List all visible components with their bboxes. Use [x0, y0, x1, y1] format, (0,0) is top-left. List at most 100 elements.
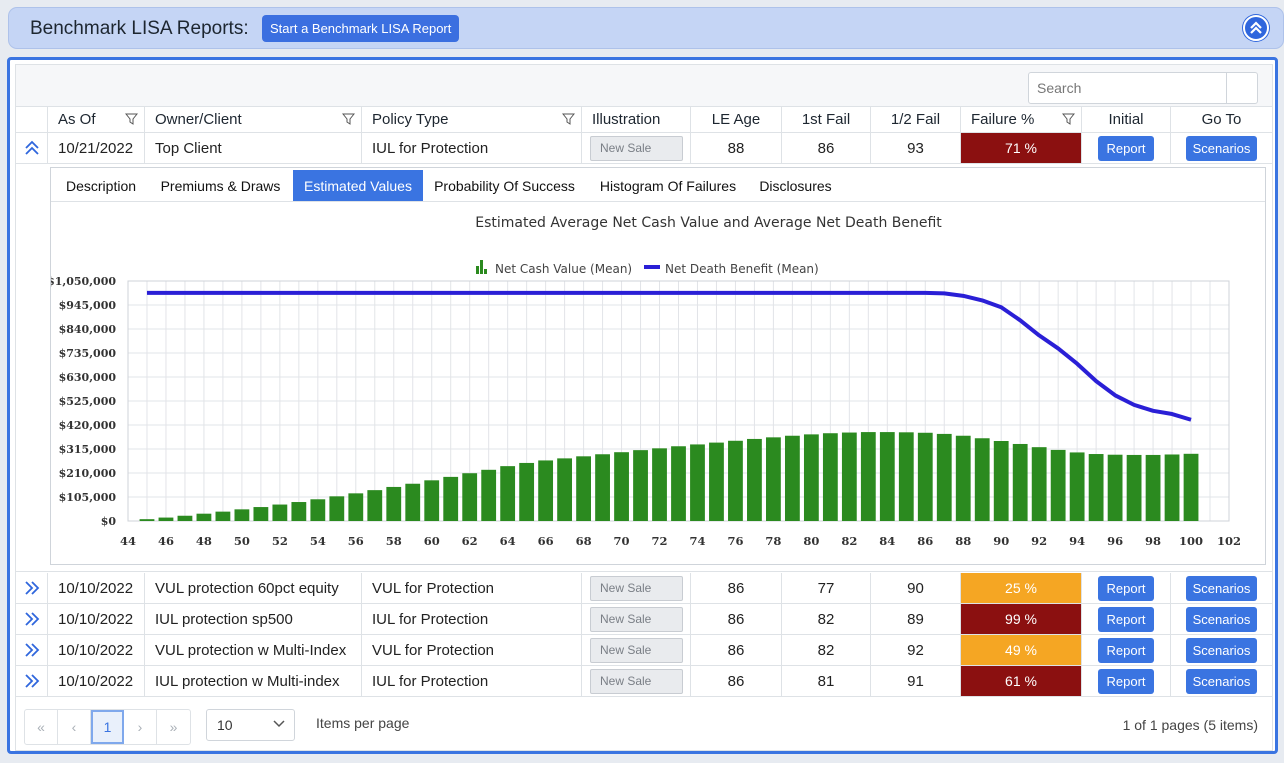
column-header-as-of[interactable]: As Of: [47, 107, 144, 132]
cash-value-bar[interactable]: [841, 432, 857, 521]
cash-value-bar[interactable]: [348, 493, 364, 521]
collapse-icon[interactable]: [1243, 15, 1269, 41]
page-size-select[interactable]: 10: [206, 709, 295, 741]
column-header-go-to[interactable]: Go To: [1170, 107, 1272, 132]
cash-value-bar[interactable]: [139, 519, 155, 521]
cash-value-bar[interactable]: [690, 444, 705, 521]
cash-value-bar[interactable]: [158, 517, 174, 521]
filter-icon[interactable]: [342, 113, 355, 125]
cash-value-bar[interactable]: [1088, 454, 1104, 521]
cash-value-bar[interactable]: [1050, 449, 1066, 521]
filter-icon[interactable]: [1062, 113, 1075, 125]
expand-toggle[interactable]: [16, 573, 47, 603]
cash-value-bar[interactable]: [879, 432, 895, 521]
first-page-button[interactable]: «: [25, 710, 58, 744]
cash-value-bar[interactable]: [784, 435, 800, 521]
report-button[interactable]: Report: [1098, 606, 1154, 632]
expand-toggle[interactable]: [16, 666, 47, 696]
column-header-le-age[interactable]: LE Age: [690, 107, 781, 132]
cash-value-bar[interactable]: [974, 438, 990, 521]
cash-value-bar[interactable]: [557, 458, 573, 521]
report-button[interactable]: Report: [1098, 135, 1154, 161]
cash-value-bar[interactable]: [519, 462, 535, 521]
cash-value-bar[interactable]: [709, 442, 724, 521]
expand-toggle[interactable]: [16, 604, 47, 634]
expand-toggle[interactable]: [16, 133, 47, 163]
column-header-owner-client[interactable]: Owner/Client: [144, 107, 361, 132]
column-header-initial[interactable]: Initial: [1081, 107, 1170, 132]
column-header-illustration[interactable]: Illustration: [581, 107, 690, 132]
cash-value-bar[interactable]: [386, 486, 402, 521]
search-input[interactable]: [1029, 73, 1227, 103]
cash-value-bar[interactable]: [633, 450, 648, 521]
report-button[interactable]: Report: [1098, 668, 1154, 694]
table-row[interactable]: 10/10/2022 IUL protection w Multi-index IU…: [16, 666, 1272, 697]
scenarios-button[interactable]: Scenarios: [1185, 637, 1258, 663]
cash-value-bar[interactable]: [822, 433, 838, 521]
start-report-button[interactable]: Start a Benchmark LISA Report: [262, 15, 460, 42]
cash-value-bar[interactable]: [1164, 454, 1180, 521]
cash-value-bar[interactable]: [443, 476, 459, 521]
next-page-button[interactable]: ›: [124, 710, 157, 744]
report-button[interactable]: Report: [1098, 575, 1154, 601]
chevron-double-right-icon[interactable]: [22, 578, 42, 598]
chevron-double-right-icon[interactable]: [22, 640, 42, 660]
cash-value-bar[interactable]: [936, 433, 952, 521]
cash-value-bar[interactable]: [481, 469, 497, 521]
tab-probability-of-success[interactable]: Probability Of Success: [428, 170, 581, 201]
chevron-double-up-icon[interactable]: [22, 138, 42, 158]
table-row[interactable]: 10/10/2022 IUL protection sp500 IUL for Pr…: [16, 604, 1272, 635]
column-header-half-fail[interactable]: 1/2 Fail: [870, 107, 960, 132]
cash-value-bar[interactable]: [329, 496, 345, 521]
last-page-button[interactable]: »: [157, 710, 190, 744]
table-row[interactable]: 10/10/2022 VUL protection 60pct equity VUL…: [16, 573, 1272, 604]
cash-value-bar[interactable]: [310, 499, 326, 521]
cash-value-bar[interactable]: [253, 507, 269, 521]
cash-value-bar[interactable]: [614, 452, 629, 521]
legend-item-cash[interactable]: Net Cash Value (Mean): [476, 260, 632, 276]
cash-value-bar[interactable]: [747, 438, 762, 521]
cash-value-bar[interactable]: [272, 504, 288, 521]
cash-value-bar[interactable]: [803, 434, 819, 521]
cash-value-bar[interactable]: [652, 448, 667, 521]
cash-value-bar[interactable]: [1145, 454, 1161, 521]
cash-value-bar[interactable]: [1183, 453, 1199, 521]
cash-value-bar[interactable]: [728, 440, 743, 521]
cash-value-bar[interactable]: [196, 513, 212, 521]
column-header-failure-pct[interactable]: Failure %: [960, 107, 1081, 132]
cash-value-bar[interactable]: [500, 466, 516, 521]
cash-value-bar[interactable]: [576, 456, 591, 521]
scenarios-button[interactable]: Scenarios: [1185, 575, 1258, 601]
cash-value-bar[interactable]: [405, 483, 421, 521]
table-row[interactable]: 10/21/2022 Top Client IUL for Protection Ne…: [16, 133, 1272, 164]
expand-toggle[interactable]: [16, 635, 47, 665]
scenarios-button[interactable]: Scenarios: [1185, 668, 1258, 694]
tab-disclosures[interactable]: Disclosures: [755, 170, 836, 201]
filter-icon[interactable]: [562, 113, 575, 125]
cash-value-bar[interactable]: [595, 454, 610, 521]
page-1-button[interactable]: 1: [91, 710, 124, 744]
cash-value-bar[interactable]: [993, 441, 1009, 521]
cash-value-bar[interactable]: [860, 432, 876, 521]
tab-histogram-of-failures[interactable]: Histogram Of Failures: [593, 170, 743, 201]
cash-value-bar[interactable]: [1126, 454, 1142, 521]
cash-value-bar[interactable]: [291, 502, 307, 521]
cash-value-bar[interactable]: [1069, 452, 1085, 521]
cash-value-bar[interactable]: [367, 490, 383, 521]
scenarios-button[interactable]: Scenarios: [1185, 135, 1258, 161]
cash-value-bar[interactable]: [898, 432, 914, 521]
column-header-first-fail[interactable]: 1st Fail: [781, 107, 870, 132]
cash-value-bar[interactable]: [766, 437, 781, 521]
filter-icon[interactable]: [125, 113, 138, 125]
legend-item-death[interactable]: Net Death Benefit (Mean): [644, 262, 819, 276]
cash-value-bar[interactable]: [955, 435, 971, 521]
cash-value-bar[interactable]: [177, 515, 193, 521]
cash-value-bar[interactable]: [671, 446, 686, 521]
cash-value-bar[interactable]: [1012, 443, 1028, 521]
report-button[interactable]: Report: [1098, 637, 1154, 663]
chevron-double-right-icon[interactable]: [22, 671, 42, 691]
column-header-policy-type[interactable]: Policy Type: [361, 107, 581, 132]
table-row[interactable]: 10/10/2022 VUL protection w Multi-Index VU…: [16, 635, 1272, 666]
cash-value-bar[interactable]: [917, 432, 933, 521]
prev-page-button[interactable]: ‹: [58, 710, 91, 744]
